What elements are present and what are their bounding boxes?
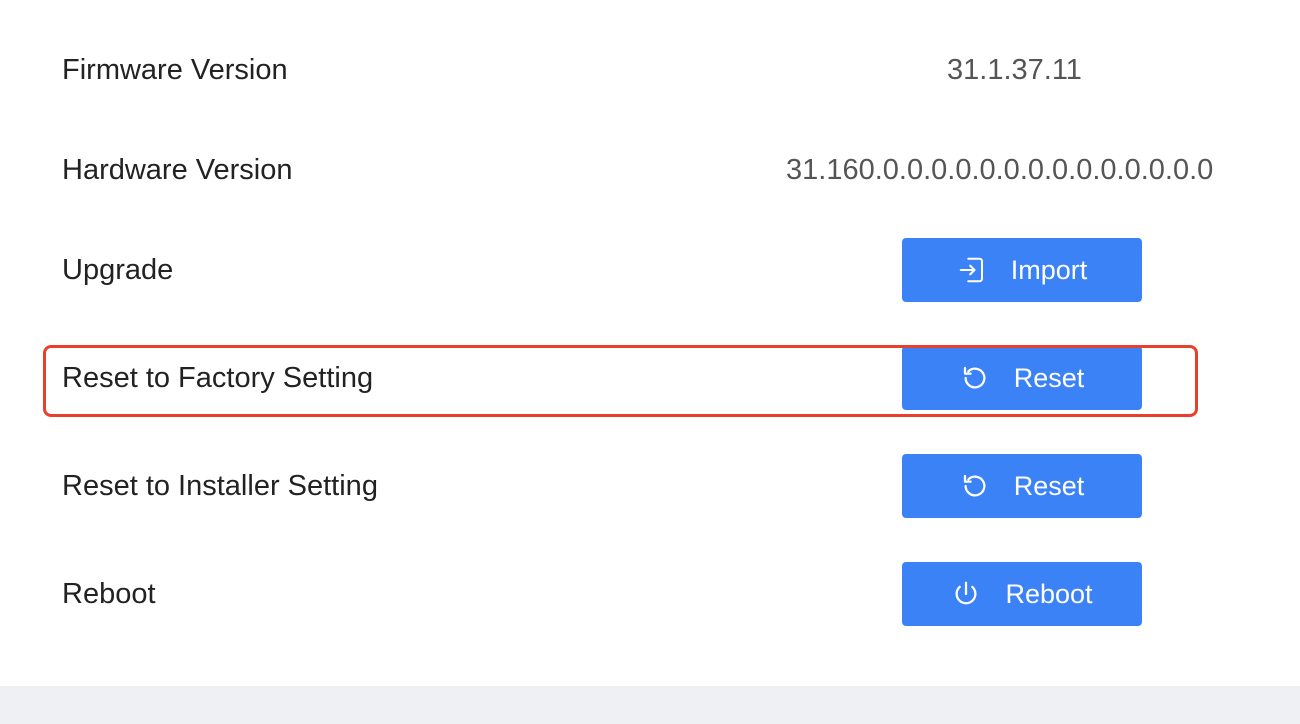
firmware-version-value: 31.1.37.11 <box>947 54 1082 86</box>
import-button-label: Import <box>1010 254 1088 285</box>
power-icon <box>951 579 981 609</box>
reboot-button-label: Reboot <box>1005 578 1093 609</box>
import-icon <box>957 255 987 285</box>
reset-icon <box>960 471 990 501</box>
upgrade-label: Upgrade <box>62 254 174 286</box>
device-maintenance-panel: Firmware Version 31.1.37.11 Hardware Ver… <box>0 0 1300 686</box>
reboot-label: Reboot <box>62 578 156 610</box>
reset-installer-label: Reset to Installer Setting <box>62 470 378 502</box>
reset-installer-button[interactable]: Reset <box>902 454 1142 518</box>
footer-strip <box>0 686 1300 724</box>
hardware-version-value: 31.160.0.0.0.0.0.0.0.0.0.0.0.0.0.0 <box>786 154 1214 186</box>
hardware-version-label: Hardware Version <box>62 154 293 186</box>
firmware-version-label: Firmware Version <box>62 54 288 86</box>
reset-installer-button-label: Reset <box>1013 470 1085 501</box>
import-button[interactable]: Import <box>902 238 1142 302</box>
highlight-box <box>43 345 1198 417</box>
reboot-button[interactable]: Reboot <box>902 562 1142 626</box>
